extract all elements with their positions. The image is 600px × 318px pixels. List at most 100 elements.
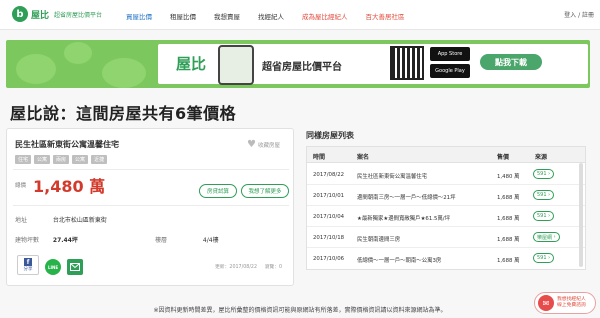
header-source: 來源 bbox=[535, 154, 548, 161]
source-label: 樂屋網 bbox=[537, 234, 553, 241]
line-share-button[interactable]: LINE bbox=[45, 259, 61, 275]
address-label: 地址 bbox=[15, 217, 28, 224]
favorite-button[interactable]: ♥ 收藏房屋 bbox=[247, 139, 280, 150]
find-agent-floating-button[interactable]: ✉ 我想找經紀人 線上免費諮詢 bbox=[534, 292, 596, 314]
source-link-button[interactable]: 591 › bbox=[533, 211, 555, 221]
nav-links: 買屋比價 租屋比價 我想賣屋 找經紀人 成為屋比經紀人 百大善居社區 bbox=[126, 11, 423, 21]
app-store-badge[interactable]: App Store bbox=[430, 47, 470, 61]
table-row[interactable]: 2017/10/06 低總價～一層一戶～朝南～公寓3房 1,688 萬 591 … bbox=[307, 248, 585, 269]
qr-code-image bbox=[390, 46, 424, 80]
listing-price: 1,480 萬 bbox=[33, 177, 106, 196]
row-price: 1,688 萬 bbox=[497, 258, 520, 264]
google-play-badge[interactable]: Google Play bbox=[430, 64, 470, 78]
facebook-share-label: 分享 bbox=[23, 267, 33, 272]
find-agent-line2: 線上免費諮詢 bbox=[557, 303, 586, 308]
row-name: 民生社區新東街公寓溫馨住宅 bbox=[357, 174, 428, 180]
nav-link-rent-compare[interactable]: 租屋比價 bbox=[170, 11, 196, 21]
chat-icon: ✉ bbox=[538, 295, 554, 311]
download-button[interactable]: 點我下載 bbox=[480, 54, 542, 70]
row-time: 2017/10/04 bbox=[313, 214, 345, 220]
source-label: 591 bbox=[537, 255, 547, 261]
row-name: 低總價～一層一戶～朝南～公寓3房 bbox=[357, 258, 442, 264]
area-row: 建物坪數 27.44坪 bbox=[15, 235, 78, 244]
tag: 兩房 bbox=[53, 155, 70, 164]
banner-logo: 屋比 bbox=[176, 55, 207, 73]
source-label: 591 bbox=[537, 213, 547, 219]
phone-mockup-image bbox=[218, 45, 254, 85]
page-title: 屋比說：這間房屋共有6筆價格 bbox=[10, 104, 237, 123]
table-row[interactable]: 2017/10/18 民生朝南邊間三房 1,688 萬 樂屋網 › bbox=[307, 227, 585, 248]
inquiry-button[interactable]: 我想了解更多 bbox=[241, 184, 289, 198]
row-price: 1,480 萬 bbox=[497, 174, 520, 180]
tag: 公寓 bbox=[34, 155, 51, 164]
find-agent-text: 我想找經紀人 線上免費諮詢 bbox=[557, 297, 586, 309]
listing-title: 民生社區新東街公寓溫馨住宅 bbox=[15, 140, 119, 149]
row-name: ★最新獨家★邊間寬敞獨戶★61.5萬/坪 bbox=[357, 216, 451, 222]
header-time: 時間 bbox=[313, 154, 326, 161]
source-label: 591 bbox=[537, 171, 547, 177]
address-value: 台北市松山區新東街 bbox=[52, 217, 107, 224]
row-time: 2017/08/22 bbox=[313, 172, 345, 178]
row-time: 2017/10/18 bbox=[313, 235, 345, 241]
area-value: 27.44坪 bbox=[52, 237, 78, 244]
floor-label: 樓層 bbox=[155, 237, 168, 244]
email-share-button[interactable] bbox=[67, 259, 83, 275]
share-buttons: f 分享 LINE bbox=[17, 255, 83, 275]
table-scrollbar[interactable] bbox=[579, 163, 583, 267]
loan-calculator-button[interactable]: 房貸試算 bbox=[199, 184, 237, 198]
login-register-link[interactable]: 登入 / 註冊 bbox=[564, 10, 594, 19]
row-name: 民生朝南邊間三房 bbox=[357, 237, 401, 243]
source-label: 591 bbox=[537, 192, 547, 198]
row-time: 2017/10/06 bbox=[313, 256, 345, 262]
same-house-list-title: 同樣房屋列表 bbox=[306, 131, 354, 140]
tag: 公寓 bbox=[72, 155, 89, 164]
row-price: 1,688 萬 bbox=[497, 237, 520, 243]
tag: 住宅 bbox=[15, 155, 32, 164]
decorative-leaf bbox=[64, 42, 92, 64]
header-price: 售價 bbox=[497, 154, 510, 161]
nav-link-top-communities[interactable]: 百大善居社區 bbox=[366, 11, 405, 21]
price-label: 總價 bbox=[15, 183, 27, 189]
row-name: 邊間朝南三房～一層一戶～低總價～21坪 bbox=[357, 195, 456, 201]
address-row: 地址 台北市松山區新東街 bbox=[15, 215, 107, 224]
floor-value: 4/4樓 bbox=[202, 237, 219, 244]
source-link-button[interactable]: 591 › bbox=[533, 253, 555, 263]
row-time: 2017/10/01 bbox=[313, 193, 345, 199]
logo-icon: b bbox=[12, 6, 28, 22]
tag: 近捷 bbox=[91, 155, 108, 164]
logo-tagline: 超省房屋比價平台 bbox=[54, 11, 103, 19]
listing-tags: 住宅 公寓 兩房 公寓 近捷 bbox=[15, 155, 108, 164]
listing-card: 民生社區新東街公寓溫馨住宅 ♥ 收藏房屋 住宅 公寓 兩房 公寓 近捷 總價 1… bbox=[6, 128, 294, 286]
source-link-button[interactable]: 樂屋網 › bbox=[533, 232, 560, 242]
listing-meta: 更新：2017/08/22 瀏覽：0 bbox=[215, 263, 282, 270]
site-logo[interactable]: b 屋比 超省房屋比價平台 bbox=[12, 6, 102, 22]
favorite-label: 收藏房屋 bbox=[257, 142, 280, 149]
updated-date: 更新：2017/08/22 bbox=[215, 265, 258, 270]
facebook-share-button[interactable]: f 分享 bbox=[17, 255, 39, 275]
decorative-leaf bbox=[16, 54, 56, 84]
logo-text: 屋比 bbox=[31, 10, 50, 21]
source-link-button[interactable]: 591 › bbox=[533, 169, 555, 179]
table-header: 時間 案名 售價 來源 bbox=[307, 147, 585, 163]
table-row[interactable]: 2017/08/22 民生社區新東街公寓溫馨住宅 1,480 萬 591 › bbox=[307, 164, 585, 185]
nav-link-become-agent[interactable]: 成為屋比經紀人 bbox=[302, 11, 348, 21]
divider bbox=[13, 169, 289, 170]
facebook-icon: f bbox=[24, 258, 32, 266]
nav-link-buy-compare[interactable]: 買屋比價 bbox=[126, 11, 152, 21]
price-disclaimer: ※因資料更新時間差異，屋比所彙整的價格資訊可能與原網站有所落差，實際價格資訊請以… bbox=[153, 307, 447, 314]
nav-link-sell[interactable]: 我想賣屋 bbox=[214, 11, 240, 21]
source-link-button[interactable]: 591 › bbox=[533, 190, 555, 200]
divider bbox=[13, 205, 289, 206]
same-house-table: 時間 案名 售價 來源 2017/08/22 民生社區新東街公寓溫馨住宅 1,4… bbox=[306, 146, 586, 270]
header-name: 案名 bbox=[357, 154, 370, 161]
area-label: 建物坪數 bbox=[15, 237, 40, 244]
top-navigation-bar: b 屋比 超省房屋比價平台 買屋比價 租屋比價 我想賣屋 找經紀人 成為屋比經紀… bbox=[0, 0, 600, 30]
table-row[interactable]: 2017/10/04 ★最新獨家★邊間寬敞獨戶★61.5萬/坪 1,688 萬 … bbox=[307, 206, 585, 227]
heart-icon: ♥ bbox=[247, 139, 256, 150]
view-count: 瀏覽：0 bbox=[264, 265, 283, 270]
row-price: 1,688 萬 bbox=[497, 216, 520, 222]
decorative-leaf bbox=[102, 58, 146, 88]
nav-link-find-agent[interactable]: 找經紀人 bbox=[258, 11, 284, 21]
table-row[interactable]: 2017/10/01 邊間朝南三房～一層一戶～低總價～21坪 1,688 萬 5… bbox=[307, 185, 585, 206]
row-price: 1,688 萬 bbox=[497, 195, 520, 201]
